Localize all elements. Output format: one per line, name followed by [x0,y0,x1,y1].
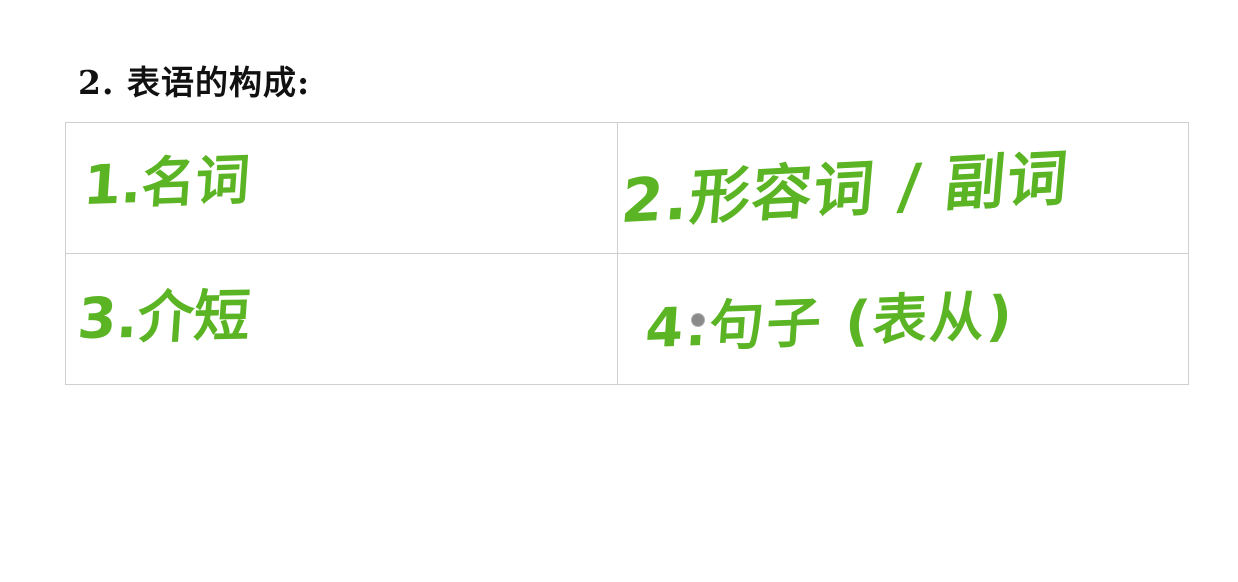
table-cell: 3.介短 [65,253,618,385]
handwritten-item-adjective-adverb: 2.形容词 / 副词 [618,143,1073,238]
handwritten-item-prepositional-phrase: 3.介短 [75,283,253,353]
predicative-composition-table: 1.名词 2.形容词 / 副词 3.介短 4.句子 (表从) [65,122,1189,385]
table-row: 1.名词 2.形容词 / 副词 [65,122,1189,254]
handwritten-item-noun: 1.名词 [81,148,252,218]
table-row: 3.介短 4.句子 (表从) [65,253,1189,385]
document-page: 2. 表语的构成: 1.名词 2.形容词 / 副词 3.介短 4.句子 (表从) [0,0,1238,582]
section-heading: 2. 表语的构成: [78,63,311,102]
table-cell: 2.形容词 / 副词 [617,122,1189,254]
table-cell: 1.名词 [65,122,618,254]
pen-cursor-icon [692,314,704,326]
